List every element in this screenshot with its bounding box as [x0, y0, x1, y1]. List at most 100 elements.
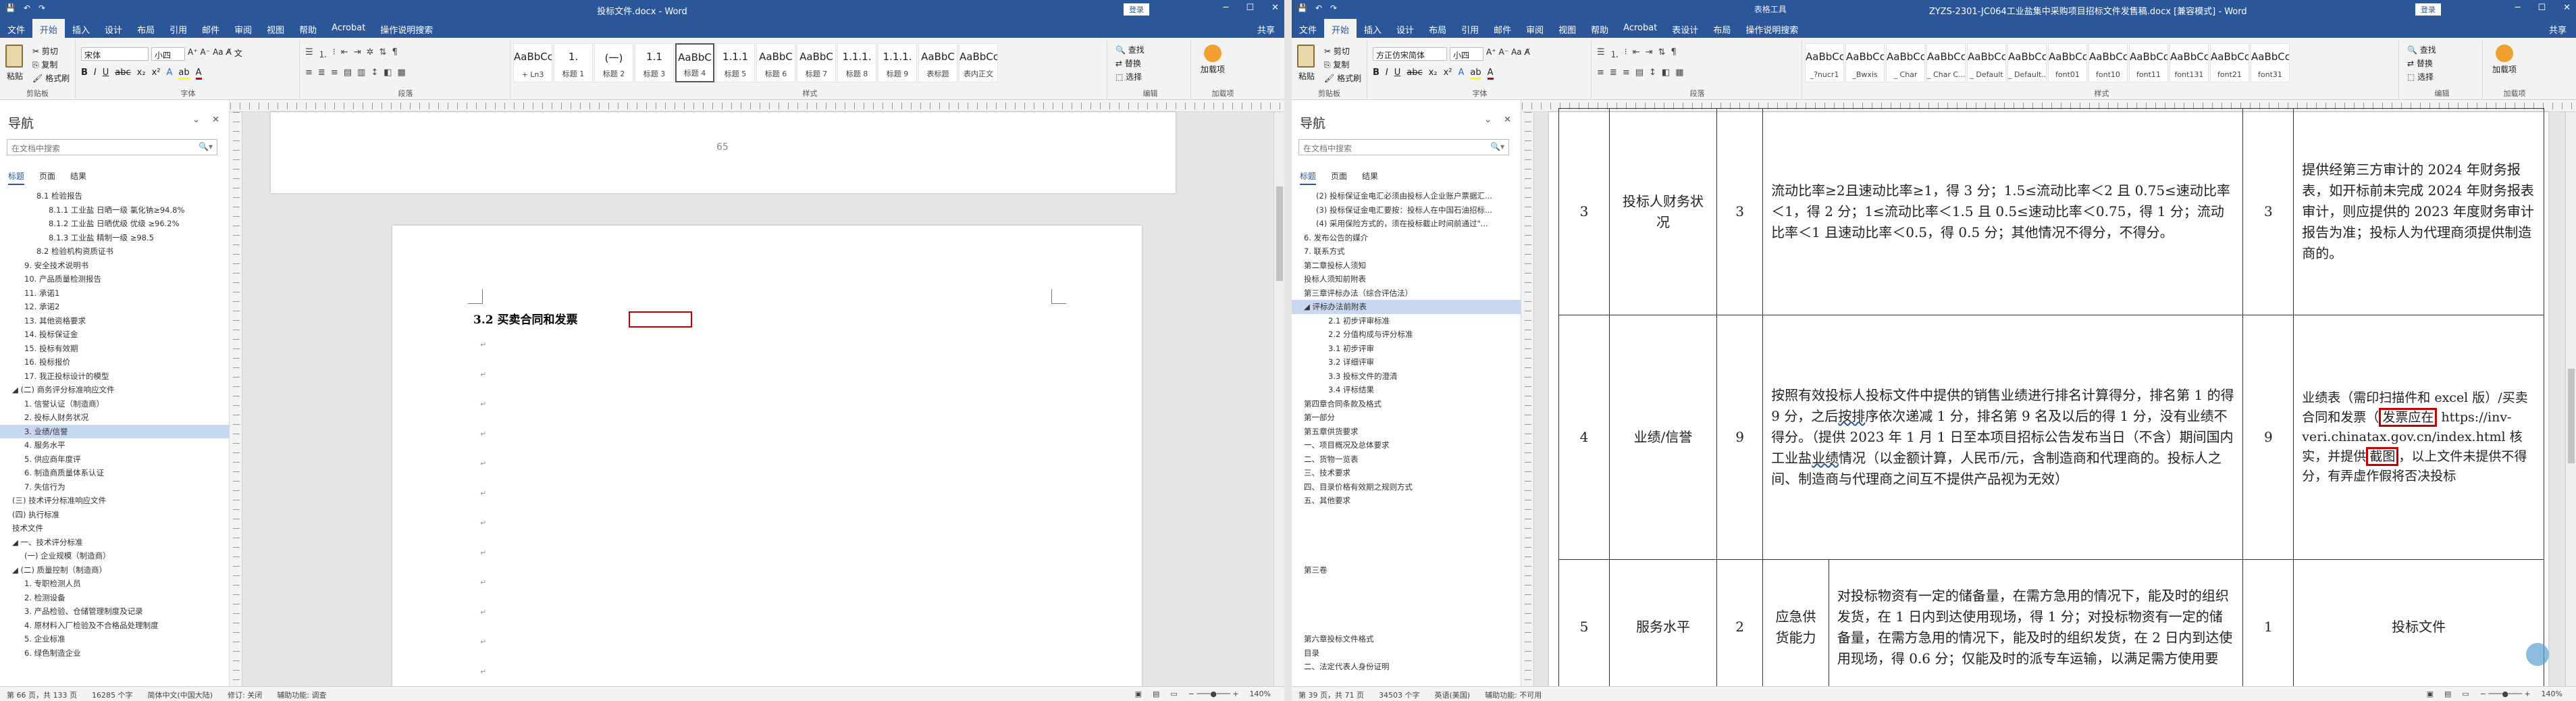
format-painter-button[interactable]: 🖌 格式刷	[1324, 72, 1361, 85]
style-0[interactable]: AaBbCcI_?nucr1	[1805, 43, 1844, 82]
nav-item[interactable]: 11. 承诺1	[0, 286, 229, 301]
style-5[interactable]: 1.1.1 标题 5	[716, 43, 755, 82]
style-11[interactable]: AaBbCcIfont31	[2251, 43, 2290, 82]
nav-item[interactable]: 6. 发布公告的媒介	[1292, 231, 1521, 245]
find-button[interactable]: 🔍 查找	[2407, 43, 2436, 57]
tab-home[interactable]: 开始	[32, 19, 65, 38]
tab-insert[interactable]: 插入	[65, 19, 97, 38]
nav-item[interactable]: 2. 检测设备	[0, 591, 229, 605]
nav-search-input[interactable]: 在文档中搜索 🔍▾	[7, 139, 217, 155]
language-indicator[interactable]: 简体中文(中国大陆)	[147, 690, 213, 700]
distributed-icon[interactable]: ▥	[357, 68, 365, 78]
borders-icon[interactable]: ▦	[1675, 68, 1683, 78]
nav-item[interactable]: 第二章投标人须知	[1292, 259, 1521, 273]
subscript-button[interactable]: x₂	[1429, 68, 1438, 80]
numbering-icon[interactable]: ⒈	[1610, 47, 1619, 60]
cut-button[interactable]: ✂ 剪切	[1324, 45, 1361, 58]
line-spacing-icon[interactable]: ↕	[371, 68, 378, 78]
nav-item[interactable]: 1. 信誉认证（制造商）	[0, 397, 229, 411]
nav-tab-pages[interactable]: 页面	[1331, 170, 1347, 185]
font-size-box[interactable]: 小四	[151, 47, 185, 61]
nav-item[interactable]: 13. 其他资格要求	[0, 314, 229, 328]
underline-button[interactable]: U	[1394, 68, 1401, 80]
spelling-marked-text[interactable]: 业绩	[1812, 450, 1839, 466]
nav-close-icon[interactable]: ✕	[212, 115, 219, 125]
tab-file[interactable]: 文件	[1292, 19, 1324, 38]
font-color-button[interactable]: A	[1487, 68, 1494, 80]
tab-design[interactable]: 设计	[97, 19, 130, 38]
multilevel-icon[interactable]: ⁝	[1625, 47, 1627, 60]
close-icon[interactable]: ✕	[1271, 3, 1279, 13]
addin-button[interactable]: 加载项	[1201, 45, 1225, 74]
nav-search-input[interactable]: 在文档中搜索 🔍▾	[1298, 139, 1509, 155]
tab-mailings[interactable]: 邮件	[1486, 19, 1519, 38]
style-8[interactable]: 1.1.1. 标题 8	[837, 43, 876, 82]
nav-item[interactable]: 3.3 投标文件的澄清	[1292, 369, 1521, 384]
select-button[interactable]: ⬚ 选择	[1115, 70, 1145, 84]
superscript-button[interactable]: x²	[152, 68, 161, 80]
increase-indent-icon[interactable]: ⇥	[354, 47, 361, 60]
numbering-icon[interactable]: ⒈	[319, 47, 327, 60]
style-10[interactable]: AaBbC 表标题	[918, 43, 957, 82]
nav-item[interactable]: 五、其他要求	[1292, 494, 1521, 508]
font-size-box[interactable]: 小四	[1450, 47, 1483, 61]
style-3[interactable]: AaBbCcI_ Char C...	[1926, 43, 1966, 82]
share-button[interactable]: 共享	[2549, 23, 2567, 36]
nav-item[interactable]: 二、法定代表人身份证明	[1292, 660, 1521, 674]
align-center-icon[interactable]: ≣	[1610, 68, 1617, 78]
copy-button[interactable]: ⎘ 复制	[32, 58, 70, 72]
strikethrough-button[interactable]: abc	[1407, 68, 1422, 80]
style-9[interactable]: 1.1.1. 标题 9	[878, 43, 917, 82]
select-button[interactable]: ⬚ 选择	[2407, 70, 2436, 84]
nav-item[interactable]: 2.1 初步评审标准	[1292, 314, 1521, 328]
tab-references[interactable]: 引用	[1454, 19, 1486, 38]
style-0[interactable]: AaBbCcI+ Ln3	[513, 43, 552, 82]
strikethrough-button[interactable]: abc	[115, 68, 130, 80]
bold-button[interactable]: B	[1373, 68, 1379, 80]
style-6[interactable]: AaBbCcDdfont01	[2048, 43, 2087, 82]
tab-acrobat[interactable]: Acrobat	[1616, 19, 1664, 38]
decrease-indent-icon[interactable]: ⇤	[341, 47, 348, 60]
undo-icon[interactable]: ↶	[1315, 3, 1322, 13]
format-painter-button[interactable]: 🖌 格式刷	[32, 72, 70, 85]
tab-layout[interactable]: 布局	[130, 19, 162, 38]
redo-icon[interactable]: ↷	[1330, 3, 1337, 13]
style-4[interactable]: AaBbC 标题 4	[675, 43, 714, 82]
red-box-annotation[interactable]: 发票应在	[2379, 408, 2438, 427]
zoom-level[interactable]: 140%	[1250, 690, 1271, 698]
paste-button[interactable]: 粘贴	[1298, 70, 1315, 82]
web-layout-icon[interactable]: ▭	[2462, 690, 2469, 698]
nav-item[interactable]: 第三章评标办法（综合评估法）	[1292, 286, 1521, 301]
nav-item[interactable]	[1292, 521, 1521, 536]
read-mode-icon[interactable]: ▣	[2427, 690, 2434, 698]
tab-help[interactable]: 帮助	[292, 19, 324, 38]
vertical-ruler[interactable]	[230, 112, 242, 686]
grow-font-icon[interactable]: A⁺	[1486, 47, 1496, 61]
nav-item[interactable]: 第六章投标文件格式	[1292, 632, 1521, 646]
nav-item[interactable]: 3. 业绩/信誉	[0, 424, 229, 438]
login-button[interactable]: 登录	[1124, 3, 1149, 16]
tab-layout[interactable]: 布局	[1421, 19, 1454, 38]
nav-item[interactable]: 5. 供应商年度评	[0, 452, 229, 467]
change-case-icon[interactable]: Aa	[213, 47, 224, 61]
print-layout-icon[interactable]: ▤	[2444, 690, 2451, 698]
nav-item[interactable]: (三) 技术评分标准响应文件	[0, 494, 229, 508]
nav-tab-results[interactable]: 结果	[70, 170, 86, 185]
nav-item[interactable]	[1292, 536, 1521, 550]
align-left-icon[interactable]: ≡	[1597, 68, 1604, 78]
nav-item[interactable]	[1292, 604, 1521, 619]
accessibility-indicator[interactable]: 辅助功能: 调查	[277, 690, 326, 700]
style-7[interactable]: AaBbC 标题 7	[797, 43, 836, 82]
nav-item[interactable]: 16. 投标报价	[0, 355, 229, 369]
nav-item[interactable]: 8.1.3 工业盐 精制一级 ≥98.5	[0, 231, 229, 245]
tab-view[interactable]: 视图	[259, 19, 292, 38]
addin-button[interactable]: 加载项	[2492, 45, 2517, 74]
maximize-icon[interactable]: ☐	[1246, 3, 1254, 13]
page-indicator[interactable]: 第 66 页，共 133 页	[7, 690, 77, 700]
nav-item[interactable]: 5. 企业标准	[0, 632, 229, 646]
zoom-slider[interactable]: − ───●─── +	[2480, 690, 2531, 698]
underline-button[interactable]: U	[103, 68, 109, 80]
style-11[interactable]: AaBbCcI表内正文	[959, 43, 998, 82]
vertical-scrollbar[interactable]	[2565, 112, 2576, 686]
assistant-icon[interactable]	[2526, 643, 2549, 666]
